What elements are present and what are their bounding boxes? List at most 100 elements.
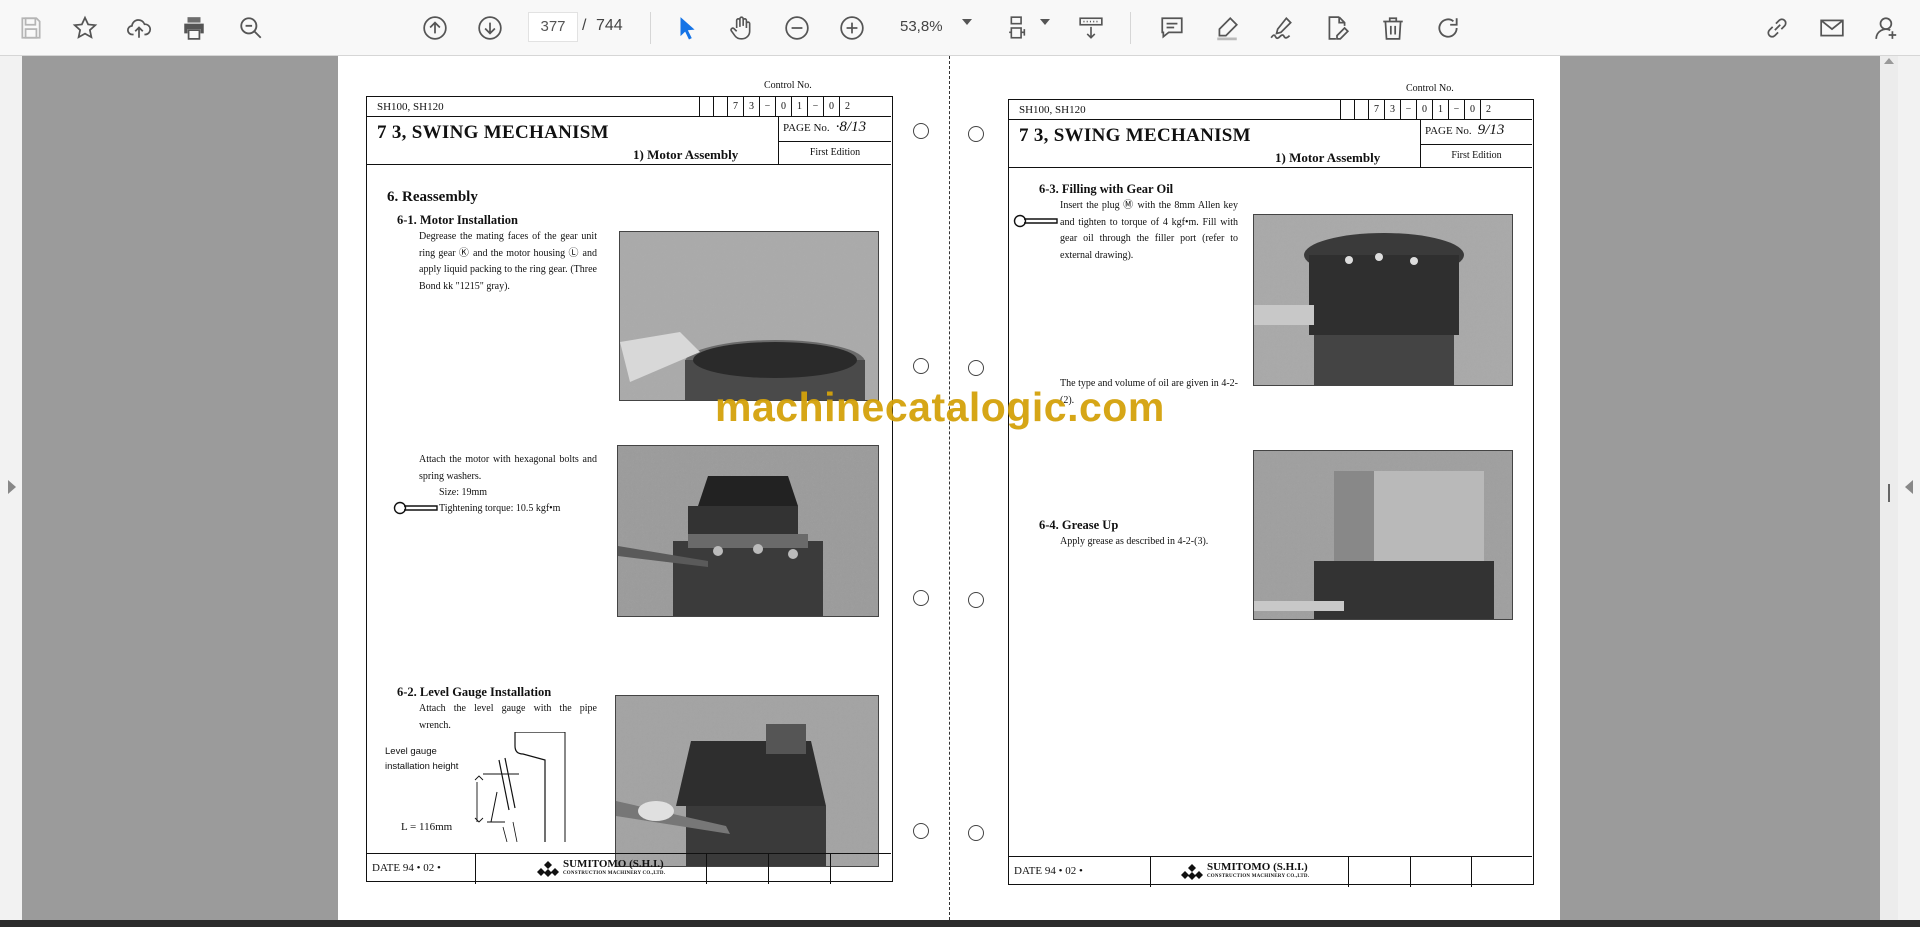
instruction-text: Degrease the mating faces of the gear un… <box>419 231 597 292</box>
left-page: Control No. SH100, SH120 7 3 − 0 1 − 0 2… <box>338 56 938 920</box>
zoom-search-icon[interactable] <box>234 11 268 45</box>
photo-motor-bolts <box>617 445 879 617</box>
panel-resize-handle[interactable] <box>1888 484 1890 502</box>
diagram-label: L = 116mm <box>401 821 453 833</box>
edition-label: First Edition <box>779 141 891 165</box>
footer-date: DATE 94 • 02 • <box>372 862 441 874</box>
model-number: SH100, SH120 <box>1019 104 1086 116</box>
photo-level-gauge <box>615 695 879 867</box>
right-page: Control No. SH100, SH120 7 3 − 0 1 − 0 2… <box>950 56 1560 920</box>
sign-icon[interactable] <box>1265 11 1299 45</box>
page-footer: DATE 94 • 02 • SUMITOMO (S.H.I.) CONSTRUC… <box>367 853 891 884</box>
toolbar: 377 / 744 53,8% <box>0 0 1920 56</box>
sumitomo-logo: SUMITOMO (S.H.I.) CONSTRUCTION MACHINERY … <box>537 859 665 879</box>
title-block: 7 3, SWING MECHANISM 1) Motor Assembly P… <box>1009 120 1532 168</box>
page-no-label: PAGE No. 9/13 <box>1425 122 1505 138</box>
control-number-cells: 7 3 − 0 1 − 0 2 <box>699 97 855 117</box>
page-no-label: PAGE No. ·8/13 <box>783 119 867 135</box>
code-cell: 7 <box>1368 100 1384 120</box>
total-pages: 744 <box>596 17 623 34</box>
zoom-out-icon[interactable] <box>780 11 814 45</box>
page-fit-icon[interactable] <box>1003 11 1037 45</box>
level-gauge-diagram <box>474 732 566 842</box>
document-viewer[interactable]: Control No. SH100, SH120 7 3 − 0 1 − 0 2… <box>0 56 1920 927</box>
watermark-text: machinecatalogic.com <box>715 384 1165 430</box>
control-number-cells: 7 3 − 0 1 − 0 2 <box>1340 100 1496 120</box>
select-cursor-icon[interactable] <box>670 11 704 45</box>
instruction-text: Size: 19mm <box>439 487 488 498</box>
code-cell: − <box>1400 100 1416 120</box>
sumitomo-logo-icon <box>537 861 559 877</box>
bottom-strip <box>0 920 1920 927</box>
page-frame: SH100, SH120 7 3 − 0 1 − 0 2 7 3, SWING … <box>366 96 893 884</box>
delete-icon[interactable] <box>1376 11 1410 45</box>
page-up-icon[interactable] <box>418 11 452 45</box>
scroll-mode-icon[interactable] <box>1074 11 1108 45</box>
comment-icon[interactable] <box>1155 11 1189 45</box>
zoom-level-select[interactable]: 53,8% <box>892 12 982 42</box>
zoom-in-icon[interactable] <box>835 11 869 45</box>
photo-filler-plug <box>1253 214 1513 386</box>
share-link-icon[interactable] <box>1760 11 1794 45</box>
header-row: SH100, SH120 7 3 − 0 1 − 0 2 <box>1009 100 1532 120</box>
photo-ring-gear <box>619 231 879 401</box>
page-number-input[interactable]: 377 <box>528 12 578 42</box>
code-cell: 2 <box>839 97 855 117</box>
instruction-text: Insert the plug Ⓜ with the 8mm Allen key… <box>1060 200 1238 261</box>
sub-title: 1) Motor Assembly <box>633 147 739 162</box>
page-no-value: ·8/13 <box>835 119 867 135</box>
print-icon[interactable] <box>177 11 211 45</box>
highlight-icon[interactable] <box>1210 11 1244 45</box>
sumitomo-logo-icon <box>1181 864 1203 880</box>
sumitomo-logo: SUMITOMO (S.H.I.) CONSTRUCTION MACHINERY … <box>1181 862 1309 882</box>
page-frame: SH100, SH120 7 3 − 0 1 − 0 2 7 3, SWING … <box>1008 99 1534 887</box>
chevron-down-icon[interactable] <box>962 19 972 25</box>
code-cell: 3 <box>743 97 759 117</box>
page-footer: DATE 94 • 02 • SUMITOMO (S.H.I.) CONSTRUC… <box>1009 856 1532 887</box>
chevron-left-icon[interactable] <box>1905 480 1913 494</box>
divider <box>1130 12 1131 44</box>
code-cell: 0 <box>823 97 839 117</box>
page-number-box: PAGE No. 9/13 First Edition <box>1420 120 1532 168</box>
subsection-heading: 6-4. Grease Up <box>1039 518 1119 532</box>
code-cell: − <box>759 97 775 117</box>
chevron-down-icon[interactable] <box>1040 19 1050 25</box>
add-user-icon[interactable] <box>1870 11 1904 45</box>
code-cell: − <box>1448 100 1464 120</box>
page-down-icon[interactable] <box>473 11 507 45</box>
code-cell: 0 <box>1416 100 1432 120</box>
wrench-icon <box>393 501 438 515</box>
wrench-icon <box>1013 214 1058 228</box>
chevron-right-icon[interactable] <box>8 480 16 494</box>
footer-date: DATE 94 • 02 • <box>1014 865 1083 877</box>
control-label: Control No. <box>1406 83 1454 94</box>
control-label: Control No. <box>764 80 812 91</box>
instruction-text: Apply grease as described in 4-2-(3). <box>1060 536 1209 547</box>
edit-pdf-icon[interactable] <box>1320 11 1354 45</box>
instruction-text: Attach the level gauge with the pipe wre… <box>419 703 597 731</box>
header-row: SH100, SH120 7 3 − 0 1 − 0 2 <box>367 97 891 117</box>
instruction-text: Tightening torque: 10.5 kgf•m <box>439 503 561 514</box>
edition-label: First Edition <box>1421 144 1532 168</box>
mail-icon[interactable] <box>1815 11 1849 45</box>
save-icon[interactable] <box>14 11 48 45</box>
scroll-up-icon[interactable] <box>1884 58 1894 64</box>
subsection-heading: 6-2. Level Gauge Installation <box>397 685 552 699</box>
code-cell: 7 <box>727 97 743 117</box>
code-cell: 1 <box>1432 100 1448 120</box>
section-title: 7 3, SWING MECHANISM <box>1019 125 1251 146</box>
page-no-value: 9/13 <box>1477 122 1505 138</box>
title-block: 7 3, SWING MECHANISM 1) Motor Assembly P… <box>367 117 891 165</box>
pdf-page-spread: Control No. SH100, SH120 7 3 − 0 1 − 0 2… <box>338 56 1560 920</box>
diagram-label: Level gauge <box>385 746 437 757</box>
code-cell: 3 <box>1384 100 1400 120</box>
section-heading: 6. Reassembly <box>387 189 478 205</box>
cloud-upload-icon[interactable] <box>122 11 156 45</box>
code-cell: 1 <box>791 97 807 117</box>
sub-title: 1) Motor Assembly <box>1275 150 1381 165</box>
rotate-icon[interactable] <box>1431 11 1465 45</box>
instruction-text: Attach the motor with hexagonal bolts an… <box>419 454 597 482</box>
star-icon[interactable] <box>68 11 102 45</box>
hand-icon[interactable] <box>724 11 758 45</box>
photo-grease-up <box>1253 450 1513 620</box>
